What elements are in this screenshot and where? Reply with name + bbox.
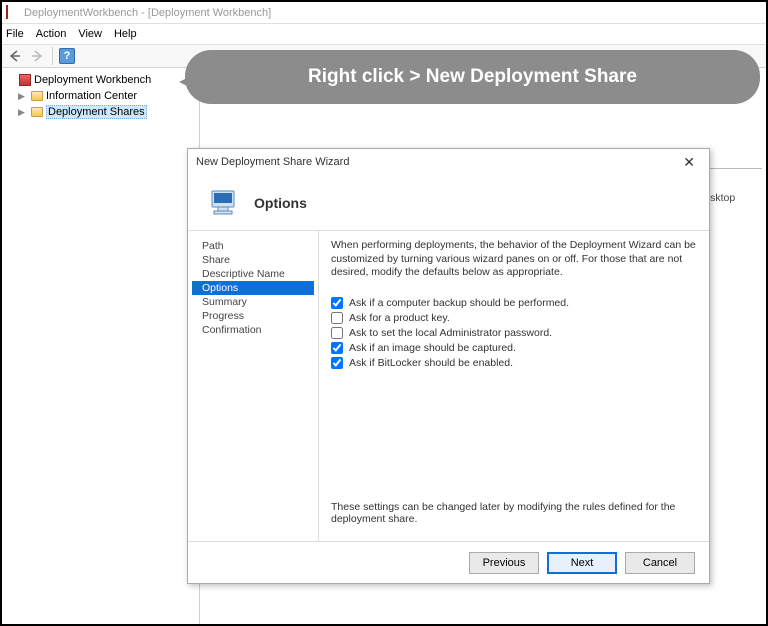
- cancel-button[interactable]: Cancel: [625, 552, 695, 574]
- help-icon[interactable]: ?: [59, 48, 75, 64]
- tree-info-label: Information Center: [46, 90, 137, 102]
- wizard-step-options[interactable]: Options: [192, 281, 314, 295]
- nav-tree: Deployment Workbench ▶ Information Cente…: [2, 68, 200, 624]
- app-icon: [6, 6, 20, 20]
- checkbox-label: Ask if an image should be captured.: [349, 342, 516, 354]
- checkbox[interactable]: [331, 342, 343, 354]
- menu-bar: File Action View Help: [2, 24, 766, 44]
- tree-root-label: Deployment Workbench: [34, 74, 151, 86]
- toolbar-separator: [52, 47, 53, 65]
- annotation-callout: Right click > New Deployment Share: [185, 50, 760, 104]
- folder-icon: [30, 89, 44, 103]
- window-titlebar: DeploymentWorkbench - [Deployment Workbe…: [2, 2, 766, 24]
- dialog-footer: Previous Next Cancel: [188, 541, 709, 583]
- dialog-title: New Deployment Share Wizard: [196, 156, 349, 168]
- wizard-step-share[interactable]: Share: [192, 253, 314, 267]
- checkbox[interactable]: [331, 297, 343, 309]
- app-icon: [18, 73, 32, 87]
- menu-help[interactable]: Help: [114, 28, 137, 40]
- wizard-step-path[interactable]: Path: [192, 239, 314, 253]
- wizard-content: When performing deployments, the behavio…: [318, 231, 709, 541]
- expander-icon[interactable]: ▶: [18, 91, 28, 102]
- menu-action[interactable]: Action: [36, 28, 67, 40]
- option-check-3[interactable]: Ask if an image should be captured.: [331, 342, 697, 354]
- wizard-icon: [206, 185, 242, 221]
- new-deployment-share-wizard: New Deployment Share Wizard ✕ Options Pa…: [187, 148, 710, 584]
- window-title: DeploymentWorkbench - [Deployment Workbe…: [24, 7, 271, 19]
- option-check-0[interactable]: Ask if a computer backup should be perfo…: [331, 297, 697, 309]
- callout-text: Right click > New Deployment Share: [308, 66, 637, 88]
- menu-file[interactable]: File: [6, 28, 24, 40]
- forward-button[interactable]: [28, 47, 46, 65]
- checkbox[interactable]: [331, 312, 343, 324]
- option-check-4[interactable]: Ask if BitLocker should be enabled.: [331, 357, 697, 369]
- wizard-steps: PathShareDescriptive NameOptionsSummaryP…: [188, 231, 318, 541]
- wizard-step-confirmation[interactable]: Confirmation: [192, 323, 314, 337]
- option-check-2[interactable]: Ask to set the local Administrator passw…: [331, 327, 697, 339]
- next-button[interactable]: Next: [547, 552, 617, 574]
- expander-icon[interactable]: ▶: [18, 107, 28, 118]
- wizard-step-descriptive-name[interactable]: Descriptive Name: [192, 267, 314, 281]
- dialog-heading: Options: [254, 195, 307, 211]
- option-check-1[interactable]: Ask for a product key.: [331, 312, 697, 324]
- tree-shares-label: Deployment Shares: [46, 105, 147, 119]
- checkbox-label: Ask if BitLocker should be enabled.: [349, 357, 513, 369]
- wizard-step-progress[interactable]: Progress: [192, 309, 314, 323]
- checkbox[interactable]: [331, 327, 343, 339]
- folder-icon: [30, 105, 44, 119]
- close-icon[interactable]: ✕: [677, 154, 701, 171]
- back-button[interactable]: [6, 47, 24, 65]
- dialog-header: Options: [188, 175, 709, 231]
- wizard-intro: When performing deployments, the behavio…: [331, 239, 697, 280]
- dialog-titlebar: New Deployment Share Wizard ✕: [188, 149, 709, 175]
- menu-view[interactable]: View: [78, 28, 102, 40]
- checkbox-label: Ask if a computer backup should be perfo…: [349, 297, 569, 309]
- wizard-note: These settings can be changed later by m…: [331, 501, 697, 525]
- wizard-step-summary[interactable]: Summary: [192, 295, 314, 309]
- checkbox[interactable]: [331, 357, 343, 369]
- previous-button[interactable]: Previous: [469, 552, 539, 574]
- tree-deployment-shares[interactable]: ▶ Deployment Shares: [4, 104, 197, 120]
- checkbox-label: Ask to set the local Administrator passw…: [349, 327, 552, 339]
- checkbox-label: Ask for a product key.: [349, 312, 450, 324]
